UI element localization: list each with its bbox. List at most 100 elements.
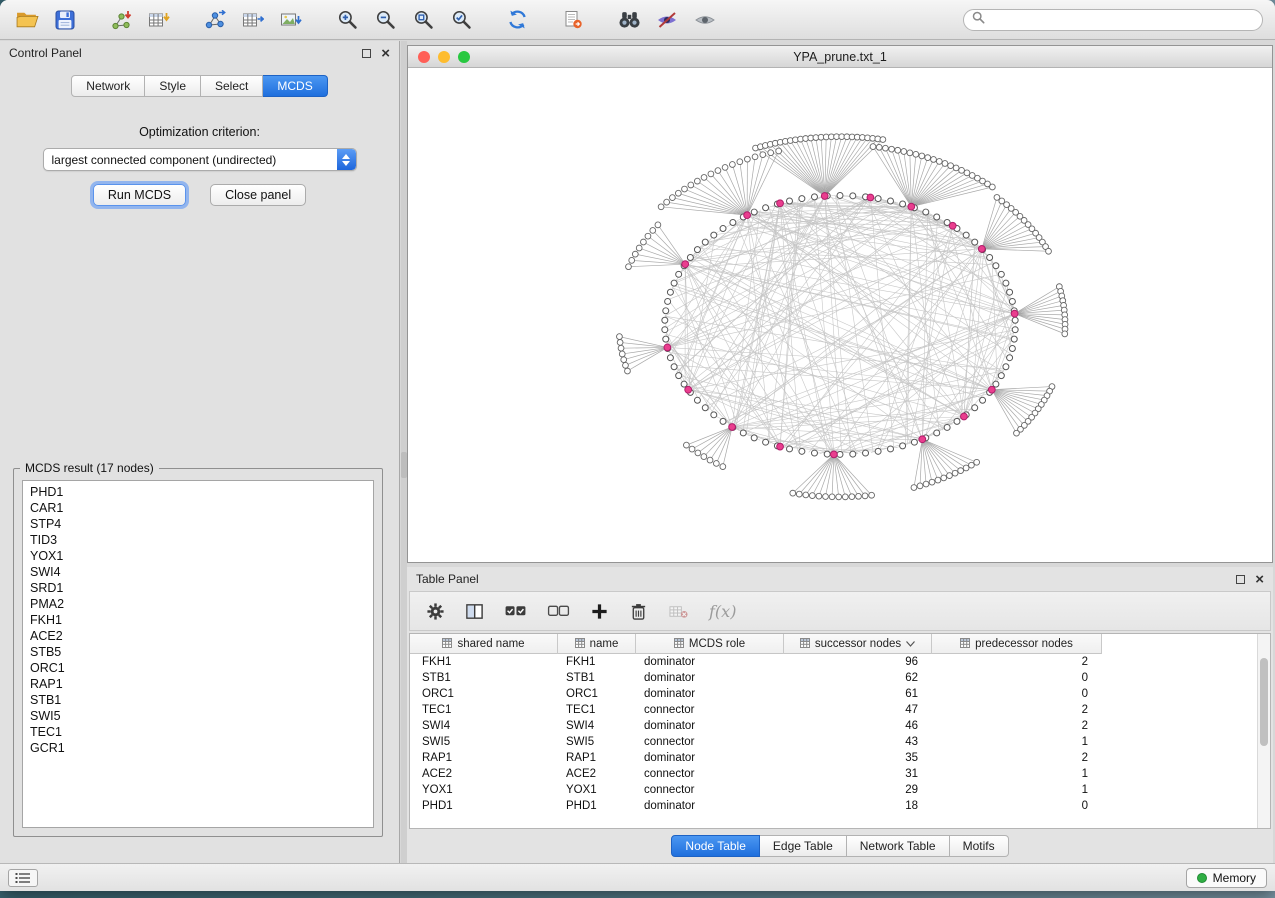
result-node[interactable]: TID3 <box>30 532 366 548</box>
result-node[interactable]: SWI5 <box>30 708 366 724</box>
status-list-icon[interactable] <box>8 869 38 887</box>
tab-node-table[interactable]: Node Table <box>671 835 760 857</box>
select-all-icon[interactable] <box>504 603 527 620</box>
tab-network[interactable]: Network <box>71 75 145 97</box>
result-node[interactable]: YOX1 <box>30 548 366 564</box>
table-cell: 31 <box>784 766 932 782</box>
table-row[interactable]: SWI5SWI5connector431 <box>410 734 1270 750</box>
tab-network-table[interactable]: Network Table <box>847 835 950 857</box>
criterion-dropdown[interactable]: largest connected component (undirected) <box>43 148 357 171</box>
add-column-icon[interactable] <box>590 602 609 621</box>
hide-details-icon[interactable] <box>652 6 682 34</box>
tab-style[interactable]: Style <box>145 75 201 97</box>
result-node[interactable]: SWI4 <box>30 564 366 580</box>
delete-column-icon[interactable] <box>629 602 648 621</box>
sort-caret-icon[interactable] <box>906 638 915 650</box>
table-row[interactable]: SWI4SWI4dominator462 <box>410 718 1270 734</box>
result-node[interactable]: STP4 <box>30 516 366 532</box>
table-cell: 1 <box>932 734 1102 750</box>
table-row[interactable]: FKH1FKH1dominator962 <box>410 654 1270 670</box>
node-table-header-row: shared namenameMCDS role successor nodes p… <box>410 634 1102 654</box>
node-table-body: FKH1FKH1dominator962STB1STB1dominator620… <box>410 654 1270 814</box>
column-header-predecessor-nodes[interactable]: predecessor nodes <box>932 634 1102 654</box>
result-node[interactable]: SRD1 <box>30 580 366 596</box>
close-window-icon[interactable] <box>418 51 430 63</box>
table-scrollbar[interactable] <box>1257 634 1270 828</box>
close-panel-icon[interactable]: × <box>381 49 390 58</box>
table-row[interactable]: ORC1ORC1dominator610 <box>410 686 1270 702</box>
clear-selection-icon[interactable] <box>547 603 570 620</box>
export-network-icon[interactable] <box>200 6 230 34</box>
table-row[interactable]: ACE2ACE2connector311 <box>410 766 1270 782</box>
run-mcds-button[interactable]: Run MCDS <box>93 184 186 206</box>
result-node[interactable]: RAP1 <box>30 676 366 692</box>
tab-motifs[interactable]: Motifs <box>950 835 1009 857</box>
export-table-icon[interactable] <box>238 6 268 34</box>
find-binoculars-icon[interactable] <box>614 6 644 34</box>
result-node[interactable]: PHD1 <box>30 484 366 500</box>
import-table-icon[interactable] <box>144 6 174 34</box>
table-row[interactable]: YOX1YOX1connector291 <box>410 782 1270 798</box>
table-row[interactable]: STB1STB1dominator620 <box>410 670 1270 686</box>
table-row[interactable]: TEC1TEC1connector472 <box>410 702 1270 718</box>
minimize-window-icon[interactable] <box>438 51 450 63</box>
float-panel-icon[interactable] <box>362 49 371 58</box>
close-panel-button[interactable]: Close panel <box>210 184 306 206</box>
result-node[interactable]: STB5 <box>30 644 366 660</box>
memory-button[interactable]: Memory <box>1186 868 1267 888</box>
result-node[interactable]: CAR1 <box>30 500 366 516</box>
save-session-icon[interactable] <box>50 6 80 34</box>
refresh-icon[interactable] <box>502 6 532 34</box>
network-window-title: YPA_prune.txt_1 <box>793 50 887 64</box>
import-network-icon[interactable] <box>106 6 136 34</box>
open-session-icon[interactable] <box>12 6 42 34</box>
table-cell: connector <box>636 766 784 782</box>
column-header-label: successor nodes <box>815 638 901 650</box>
zoom-in-icon[interactable] <box>332 6 362 34</box>
column-header-MCDS-role[interactable]: MCDS role <box>636 634 784 654</box>
result-node[interactable]: TEC1 <box>30 724 366 740</box>
result-node[interactable]: GCR1 <box>30 740 366 756</box>
tab-select[interactable]: Select <box>201 75 263 97</box>
table-cell: dominator <box>636 750 784 766</box>
mcds-result-list[interactable]: PHD1CAR1STP4TID3YOX1SWI4SRD1PMA2FKH1ACE2… <box>22 480 374 828</box>
table-scrollbar-thumb[interactable] <box>1260 658 1268 746</box>
maximize-window-icon[interactable] <box>458 51 470 63</box>
header-grid-icon <box>800 638 810 651</box>
result-node[interactable]: ORC1 <box>30 660 366 676</box>
table-cell: connector <box>636 734 784 750</box>
result-node[interactable]: FKH1 <box>30 612 366 628</box>
table-cell: ORC1 <box>410 686 558 702</box>
zoom-out-icon[interactable] <box>370 6 400 34</box>
table-cell: dominator <box>636 670 784 686</box>
column-header-shared-name[interactable]: shared name <box>410 634 558 654</box>
zoom-selected-icon[interactable] <box>446 6 476 34</box>
tab-edge-table[interactable]: Edge Table <box>760 835 847 857</box>
table-settings-icon[interactable] <box>426 602 445 621</box>
table-row[interactable]: PHD1PHD1dominator180 <box>410 798 1270 814</box>
column-header-name[interactable]: name <box>558 634 636 654</box>
close-table-panel-icon[interactable]: × <box>1255 575 1264 584</box>
copy-share-icon[interactable] <box>558 6 588 34</box>
tab-mcds[interactable]: MCDS <box>263 75 327 97</box>
show-details-icon[interactable] <box>690 6 720 34</box>
column-header-successor-nodes[interactable]: successor nodes <box>784 634 932 654</box>
toolbar-group <box>106 6 174 34</box>
result-node[interactable]: STB1 <box>30 692 366 708</box>
export-image-icon[interactable] <box>276 6 306 34</box>
search-box[interactable] <box>963 9 1263 31</box>
float-table-panel-icon[interactable] <box>1236 575 1245 584</box>
table-cell: ACE2 <box>410 766 558 782</box>
network-view-window: YPA_prune.txt_1 <box>407 45 1273 563</box>
search-input[interactable] <box>990 13 1254 27</box>
table-row[interactable]: RAP1RAP1dominator352 <box>410 750 1270 766</box>
result-node[interactable]: ACE2 <box>30 628 366 644</box>
result-node[interactable]: PMA2 <box>30 596 366 612</box>
show-columns-icon[interactable] <box>465 602 484 621</box>
toolbar-group <box>614 6 720 34</box>
network-canvas[interactable] <box>408 68 1272 562</box>
network-window-titlebar[interactable]: YPA_prune.txt_1 <box>408 46 1272 68</box>
table-toolbar: f(x) <box>409 591 1271 631</box>
zoom-fit-icon[interactable] <box>408 6 438 34</box>
criterion-dropdown-value: largest connected component (undirected) <box>44 153 337 167</box>
